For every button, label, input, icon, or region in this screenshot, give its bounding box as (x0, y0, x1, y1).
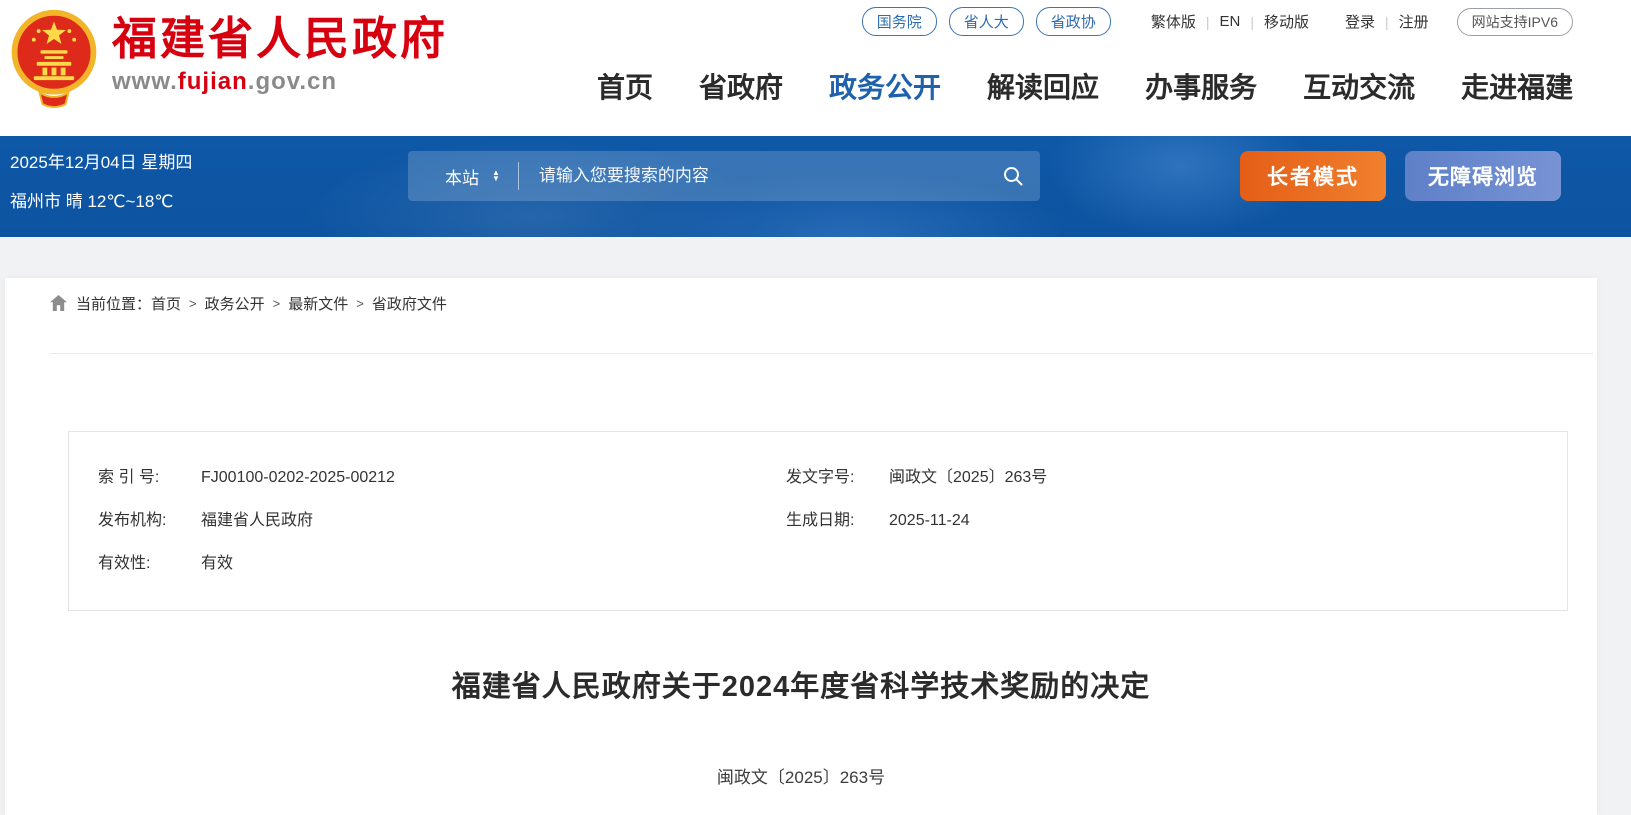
search-divider (518, 162, 519, 190)
breadcrumb-item-home[interactable]: 首页 (151, 293, 181, 314)
link-english[interactable]: EN (1219, 13, 1240, 30)
accessibility-button[interactable]: 无障碍浏览 (1405, 151, 1561, 201)
metadata-label: 索 引 号: (98, 456, 201, 499)
breadcrumb-item-government-affairs[interactable]: 政务公开 (205, 293, 265, 314)
site-title-block: 福建省人民政府 www.fujian.gov.cn (112, 8, 448, 96)
document-number-value: 闽政文〔2025〕263号 (889, 456, 1047, 499)
metadata-label: 发布机构: (98, 499, 201, 542)
language-switcher: 繁体版 | EN | 移动版 (1151, 11, 1309, 32)
nav-item-interpretation[interactable]: 解读回应 (987, 66, 1099, 106)
url-www: www. (112, 68, 178, 95)
nav-item-home[interactable]: 首页 (597, 66, 653, 106)
separator: | (1250, 14, 1254, 30)
article-title: 福建省人民政府关于2024年度省科学技术奖励的决定 (5, 663, 1597, 705)
link-state-council[interactable]: 国务院 (862, 7, 937, 36)
site-logo[interactable]: 福建省人民政府 www.fujian.gov.cn (10, 8, 448, 108)
search-bar: 本站 ▲▼ (408, 151, 1040, 201)
breadcrumb-separator: > (189, 296, 197, 311)
main-nav: 首页 省政府 政务公开 解读回应 办事服务 互动交流 走进福建 (597, 66, 1573, 106)
breadcrumb-item-latest-documents[interactable]: 最新文件 (288, 293, 348, 314)
nav-item-government-affairs[interactable]: 政务公开 (829, 66, 941, 106)
breadcrumb-prefix: 当前位置： (76, 293, 151, 314)
search-icon (1002, 165, 1024, 187)
chevron-updown-icon[interactable]: ▲▼ (492, 170, 500, 182)
search-input[interactable] (539, 166, 1002, 186)
register-link[interactable]: 注册 (1399, 11, 1429, 32)
search-button[interactable] (1002, 165, 1024, 187)
link-provincial-congress[interactable]: 省人大 (949, 7, 1024, 36)
nav-item-discover-fujian[interactable]: 走进福建 (1461, 66, 1573, 106)
nav-item-provincial-government[interactable]: 省政府 (699, 66, 783, 106)
elder-mode-button[interactable]: 长者模式 (1240, 151, 1386, 201)
separator: | (1385, 14, 1389, 30)
link-traditional-chinese[interactable]: 繁体版 (1151, 11, 1196, 32)
ipv6-badge: 网站支持IPV6 (1457, 8, 1573, 36)
horizontal-divider (50, 353, 1593, 354)
metadata-row-document-number: 发文字号: 闽政文〔2025〕263号 (786, 456, 1047, 499)
issue-date-value: 2025-11-24 (889, 499, 970, 542)
url-suffix: .gov.cn (248, 68, 337, 95)
document-metadata-box: 索 引 号: FJ00100-0202-2025-00212 发布机构: 福建省… (68, 431, 1568, 611)
date-weather-block: 2025年12月04日 星期四 福州市 晴 12℃~18℃ (10, 148, 192, 212)
nav-item-services[interactable]: 办事服务 (1145, 66, 1257, 106)
nav-item-interaction[interactable]: 互动交流 (1303, 66, 1415, 106)
breadcrumb-separator: > (273, 296, 281, 311)
search-scope-select[interactable]: 本站 (445, 164, 479, 189)
current-date: 2025年12月04日 星期四 (10, 148, 192, 173)
utility-links: 国务院 省人大 省政协 繁体版 | EN | 移动版 登录 | 注册 网站支持I… (862, 7, 1573, 36)
sub-header-banner: 2025年12月04日 星期四 福州市 晴 12℃~18℃ 本站 ▲▼ 长者模式… (0, 136, 1631, 237)
validity-value: 有效 (201, 542, 233, 585)
metadata-row-issue-date: 生成日期: 2025-11-24 (786, 499, 1047, 542)
auth-links: 登录 | 注册 (1345, 11, 1429, 32)
content-card: 当前位置： 首页 > 政务公开 > 最新文件 > 省政府文件 索 引 号: FJ… (5, 278, 1597, 815)
national-emblem-icon (10, 8, 98, 108)
breadcrumb-item-provincial-documents[interactable]: 省政府文件 (372, 293, 447, 314)
metadata-row-validity: 有效性: 有效 (98, 542, 395, 585)
site-name: 福建省人民政府 (112, 12, 448, 66)
metadata-right-column: 发文字号: 闽政文〔2025〕263号 生成日期: 2025-11-24 (786, 456, 1047, 542)
login-link[interactable]: 登录 (1345, 11, 1375, 32)
issuing-agency-value: 福建省人民政府 (201, 499, 313, 542)
metadata-row-index-number: 索 引 号: FJ00100-0202-2025-00212 (98, 456, 395, 499)
url-domain: fujian (178, 68, 248, 95)
article-document-number: 闽政文〔2025〕263号 (5, 763, 1597, 788)
weather-info: 福州市 晴 12℃~18℃ (10, 187, 192, 212)
metadata-left-column: 索 引 号: FJ00100-0202-2025-00212 发布机构: 福建省… (98, 456, 395, 585)
link-mobile-version[interactable]: 移动版 (1264, 11, 1309, 32)
metadata-label: 发文字号: (786, 456, 889, 499)
site-header: 福建省人民政府 www.fujian.gov.cn 国务院 省人大 省政协 繁体… (0, 0, 1631, 136)
breadcrumb: 当前位置： 首页 > 政务公开 > 最新文件 > 省政府文件 (50, 291, 1597, 315)
metadata-row-issuing-agency: 发布机构: 福建省人民政府 (98, 499, 395, 542)
site-url: www.fujian.gov.cn (112, 68, 448, 96)
metadata-label: 有效性: (98, 542, 201, 585)
index-number-value: FJ00100-0202-2025-00212 (201, 456, 395, 499)
link-cppcc[interactable]: 省政协 (1036, 7, 1111, 36)
breadcrumb-separator: > (356, 296, 364, 311)
home-icon[interactable] (50, 295, 67, 311)
separator: | (1206, 14, 1210, 30)
metadata-label: 生成日期: (786, 499, 889, 542)
